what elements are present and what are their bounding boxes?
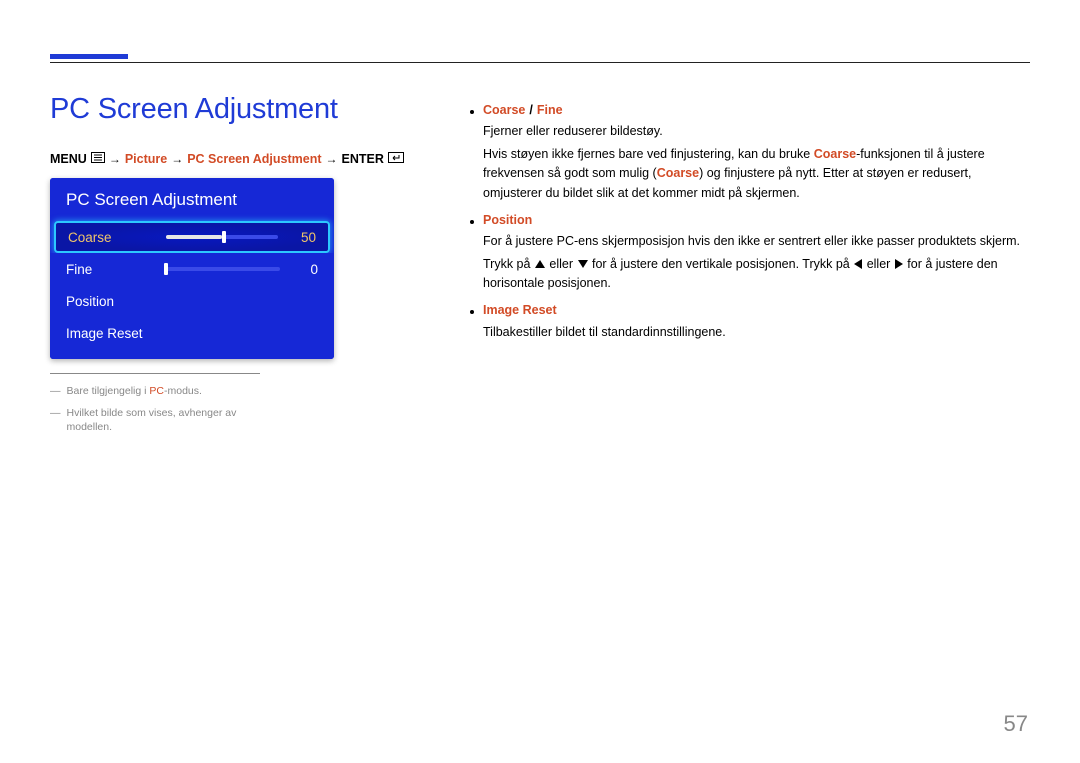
body-text: Trykk på eller for å justere den vertika… [483, 255, 1030, 294]
text: eller [546, 257, 577, 271]
footnote-text: Hvilket bilde som vises, avhenger av mod… [67, 406, 261, 435]
enter-icon [388, 152, 404, 166]
triangle-right-icon [895, 259, 903, 269]
bullet-title-text: Coarse [483, 103, 525, 117]
triangle-up-icon [535, 260, 545, 268]
triangle-left-icon [854, 259, 862, 269]
text: Trykk på [483, 257, 534, 271]
dash-icon: ― [50, 384, 61, 399]
bullet-title-text: Image Reset [483, 301, 557, 320]
accent-text: Coarse [657, 166, 699, 180]
page-title: PC Screen Adjustment [50, 93, 440, 126]
body-text: For å justere PC-ens skjermposisjon hvis… [483, 232, 1030, 251]
osd-title: PC Screen Adjustment [50, 178, 334, 221]
breadcrumb-enter: ENTER [342, 152, 384, 166]
osd-row-position[interactable]: Position [50, 285, 334, 317]
slash: / [529, 103, 532, 117]
bullet-title-text: Position [483, 211, 532, 230]
footnote-text: -modus. [164, 385, 202, 397]
footnotes: ― Bare tilgjengelig i PC-modus. ― Hvilke… [50, 373, 260, 435]
osd-value: 50 [286, 230, 316, 245]
osd-slider[interactable] [166, 235, 278, 239]
footnote-1: ― Bare tilgjengelig i PC-modus. [50, 384, 260, 399]
osd-label: Position [66, 294, 156, 309]
osd-row-fine[interactable]: Fine 0 [50, 253, 334, 285]
osd-slider-handle[interactable] [222, 231, 226, 243]
bullet-image-reset: Image Reset Tilbakestiller bildet til st… [470, 301, 1030, 342]
arrow-icon: → [109, 152, 121, 166]
osd-value: 0 [288, 262, 318, 277]
triangle-down-icon [578, 260, 588, 268]
text: for å justere den vertikale posisjonen. … [589, 257, 854, 271]
breadcrumb-pcscreen: PC Screen Adjustment [187, 152, 321, 166]
osd-label: Image Reset [66, 326, 318, 341]
page-number: 57 [1004, 711, 1028, 737]
footnote-text: Bare tilgjengelig i [67, 385, 150, 397]
body-text: Tilbakestiller bildet til standardinnsti… [483, 323, 1030, 342]
osd-label: Coarse [68, 230, 158, 245]
footnote-accent: PC [149, 385, 164, 397]
menu-icon [91, 152, 105, 166]
bullet-coarse-fine: Coarse / Fine Fjerner eller reduserer bild… [470, 101, 1030, 203]
breadcrumb: MENU → Picture → PC Screen Adjustment → … [50, 152, 440, 166]
bullet-icon [470, 310, 474, 314]
osd-label: Fine [66, 262, 156, 277]
body-text: Fjerner eller reduserer bildestøy. [483, 122, 1030, 141]
dash-icon: ― [50, 406, 61, 435]
osd-slider-handle[interactable] [164, 263, 168, 275]
bullet-icon [470, 110, 474, 114]
top-rule [50, 62, 1030, 63]
breadcrumb-picture: Picture [125, 152, 167, 166]
osd-panel: PC Screen Adjustment Coarse 50 Fine [50, 178, 334, 359]
osd-spacer [50, 349, 334, 359]
osd-row-coarse[interactable]: Coarse 50 [54, 221, 330, 253]
accent-text: Coarse [814, 147, 856, 161]
osd-slider[interactable] [164, 267, 280, 271]
description-list: Coarse / Fine Fjerner eller reduserer bild… [470, 101, 1030, 342]
osd-row-image-reset[interactable]: Image Reset [50, 317, 334, 349]
footnote-2: ― Hvilket bilde som vises, avhenger av m… [50, 406, 260, 435]
body-text: Hvis støyen ikke fjernes bare ved finjus… [483, 145, 1030, 203]
breadcrumb-menu: MENU [50, 152, 87, 166]
text: eller [863, 257, 894, 271]
arrow-icon: → [326, 152, 338, 166]
section-marker [50, 54, 128, 59]
text: Hvis støyen ikke fjernes bare ved finjus… [483, 147, 814, 161]
bullet-icon [470, 220, 474, 224]
bullet-position: Position For å justere PC-ens skjermposi… [470, 211, 1030, 294]
arrow-icon: → [171, 152, 183, 166]
bullet-title-text: Fine [537, 103, 563, 117]
osd-slider-fill [166, 235, 222, 239]
